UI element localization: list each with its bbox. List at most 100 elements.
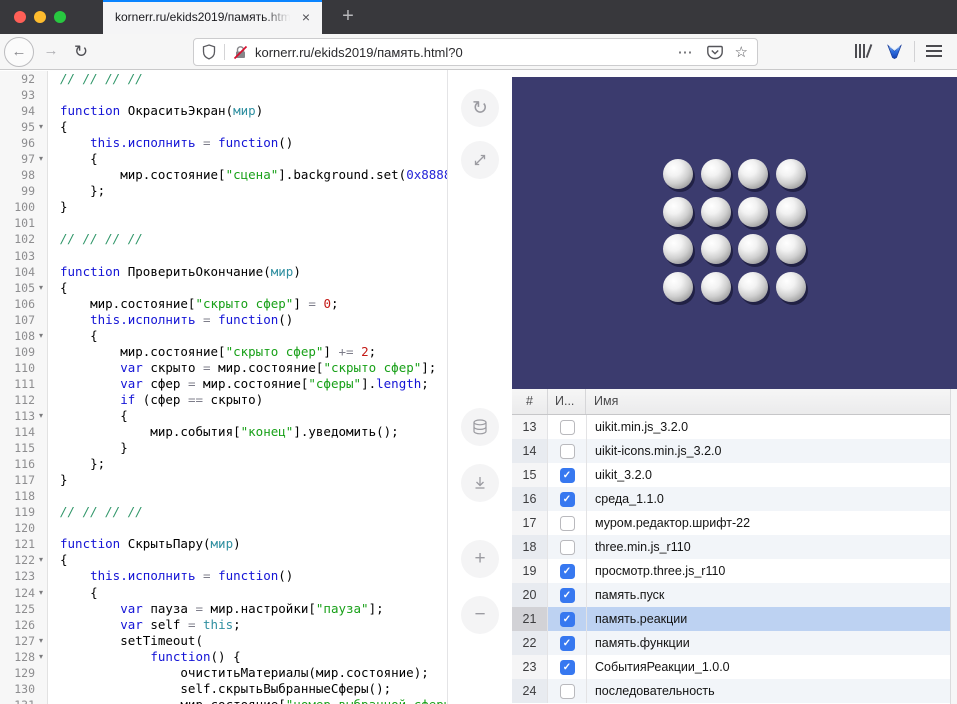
code-line[interactable]: 116 }; (0, 456, 447, 472)
code-line[interactable]: 125 var пауза = мир.настройки["пауза"]; (0, 601, 447, 617)
row-checkbox[interactable] (560, 516, 575, 531)
code-line[interactable]: 128▾ function() { (0, 649, 447, 665)
code-line[interactable]: 95▾{ (0, 119, 447, 135)
sphere[interactable] (663, 159, 693, 189)
code-line[interactable]: 94function ОкраситьЭкран(мир) (0, 103, 447, 119)
code-line[interactable]: 110 var скрыто = мир.состояние["скрыто с… (0, 360, 447, 376)
code-line[interactable]: 126 var self = this; (0, 617, 447, 633)
page-actions-icon[interactable]: ⋯ (678, 43, 694, 61)
database-button[interactable] (461, 408, 499, 446)
code-line[interactable]: 129 очиститьМатериалы(мир.состояние); (0, 665, 447, 681)
code-line[interactable]: 97▾ { (0, 151, 447, 167)
sphere[interactable] (663, 234, 693, 264)
fold-arrow-icon[interactable]: ▾ (35, 408, 47, 424)
table-row[interactable]: 21✓память.реакции (512, 607, 957, 631)
fold-arrow-icon[interactable]: ▾ (35, 633, 47, 649)
sphere[interactable] (738, 272, 768, 302)
download-button[interactable] (461, 464, 499, 502)
table-row[interactable]: 20✓память.пуск (512, 583, 957, 607)
fold-arrow-icon[interactable]: ▾ (35, 585, 47, 601)
row-name[interactable]: three.min.js_r110 (587, 535, 957, 559)
tab-close-icon[interactable]: × (297, 0, 315, 34)
code-line[interactable]: 127▾ setTimeout( (0, 633, 447, 649)
row-checkbox[interactable]: ✓ (560, 588, 575, 603)
row-checkbox[interactable]: ✓ (560, 636, 575, 651)
code-editor[interactable]: 92// // // //9394function ОкраситьЭкран(… (0, 70, 448, 704)
row-name[interactable]: среда_1.1.0 (587, 487, 957, 511)
refresh-button[interactable]: ↻ (461, 89, 499, 127)
zoom-out-button[interactable]: − (461, 596, 499, 634)
code-line[interactable]: 113▾ { (0, 408, 447, 424)
back-button[interactable]: ← (4, 37, 34, 67)
code-line[interactable]: 122▾{ (0, 552, 447, 568)
code-line[interactable]: 101 (0, 215, 447, 231)
code-line[interactable]: 118 (0, 488, 447, 504)
url-text[interactable]: kornerr.ru/ekids2019/память.html?0 (255, 45, 463, 60)
row-checkbox[interactable]: ✓ (560, 660, 575, 675)
row-name[interactable]: uikit_3.2.0 (587, 463, 957, 487)
library-icon[interactable] (855, 44, 875, 59)
code-line[interactable]: 109 мир.состояние["скрыто сфер"] += 2; (0, 344, 447, 360)
sphere[interactable] (738, 234, 768, 264)
code-line[interactable]: 99 }; (0, 183, 447, 199)
sphere[interactable] (701, 234, 731, 264)
bookmark-star-icon[interactable]: ☆ (735, 43, 748, 61)
row-name[interactable]: память.функции (587, 631, 957, 655)
table-scrollbar[interactable] (950, 389, 957, 704)
row-checkbox[interactable]: ✓ (560, 564, 575, 579)
header-name[interactable]: Имя (586, 389, 957, 414)
table-row[interactable]: 17муром.редактор.шрифт-22 (512, 511, 957, 535)
code-line[interactable]: 120 (0, 520, 447, 536)
row-name[interactable]: муром.редактор.шрифт-22 (587, 511, 957, 535)
table-row[interactable]: 13uikit.min.js_3.2.0 (512, 415, 957, 439)
row-checkbox[interactable] (560, 444, 575, 459)
sphere[interactable] (701, 272, 731, 302)
fold-arrow-icon[interactable]: ▾ (35, 649, 47, 665)
tracking-protection-shield-icon[interactable] (202, 44, 216, 60)
code-line[interactable]: 108▾ { (0, 328, 447, 344)
table-row[interactable]: 19✓просмотр.three.js_r110 (512, 559, 957, 583)
table-row[interactable]: 16✓среда_1.1.0 (512, 487, 957, 511)
sphere[interactable] (701, 159, 731, 189)
sphere[interactable] (776, 197, 806, 227)
fold-arrow-icon[interactable]: ▾ (35, 151, 47, 167)
header-number[interactable]: # (512, 389, 548, 414)
code-line[interactable]: 124▾ { (0, 585, 447, 601)
fold-arrow-icon[interactable]: ▾ (35, 119, 47, 135)
code-line[interactable]: 131 мир.состояние["номер выбранной сферы… (0, 697, 447, 704)
sphere[interactable] (738, 159, 768, 189)
fold-arrow-icon[interactable]: ▾ (35, 328, 47, 344)
viewport-canvas[interactable] (512, 77, 957, 389)
insecure-lock-icon[interactable] (233, 45, 248, 60)
row-name[interactable]: память.реакции (587, 607, 957, 631)
code-line[interactable]: 130 self.скрытьВыбранныеСферы(); (0, 681, 447, 697)
code-line[interactable]: 106 мир.состояние["скрыто сфер"] = 0; (0, 296, 447, 312)
code-line[interactable]: 100} (0, 199, 447, 215)
hamburger-menu-icon[interactable] (926, 45, 942, 57)
row-checkbox[interactable] (560, 540, 575, 555)
code-line[interactable]: 98 мир.состояние["сцена"].background.set… (0, 167, 447, 183)
row-checkbox[interactable]: ✓ (560, 492, 575, 507)
row-checkbox[interactable]: ✓ (560, 612, 575, 627)
code-line[interactable]: 114 мир.события["конец"].уведомить(); (0, 424, 447, 440)
fold-arrow-icon[interactable]: ▾ (35, 280, 47, 296)
code-line[interactable]: 111 var сфер = мир.состояние["сферы"].le… (0, 376, 447, 392)
extension-icon[interactable] (886, 43, 903, 65)
row-name[interactable]: uikit.min.js_3.2.0 (587, 415, 957, 439)
reload-button[interactable]: ↻ (68, 34, 94, 69)
row-name[interactable]: просмотр.three.js_r110 (587, 559, 957, 583)
header-used[interactable]: И... (548, 389, 586, 414)
close-window-button[interactable] (14, 11, 26, 23)
row-name[interactable]: СобытияРеакции_1.0.0 (587, 655, 957, 679)
active-tab[interactable]: kornerr.ru/ekids2019/память.html?0 × (103, 0, 322, 34)
code-line[interactable]: 105▾{ (0, 280, 447, 296)
code-line[interactable]: 103 (0, 248, 447, 264)
table-row[interactable]: 14uikit-icons.min.js_3.2.0 (512, 439, 957, 463)
zoom-in-button[interactable]: + (461, 540, 499, 578)
row-checkbox[interactable] (560, 684, 575, 699)
code-line[interactable]: 96 this.исполнить = function() (0, 135, 447, 151)
code-line[interactable]: 117} (0, 472, 447, 488)
fold-arrow-icon[interactable]: ▾ (35, 552, 47, 568)
sphere[interactable] (776, 234, 806, 264)
table-row[interactable]: 23✓СобытияРеакции_1.0.0 (512, 655, 957, 679)
